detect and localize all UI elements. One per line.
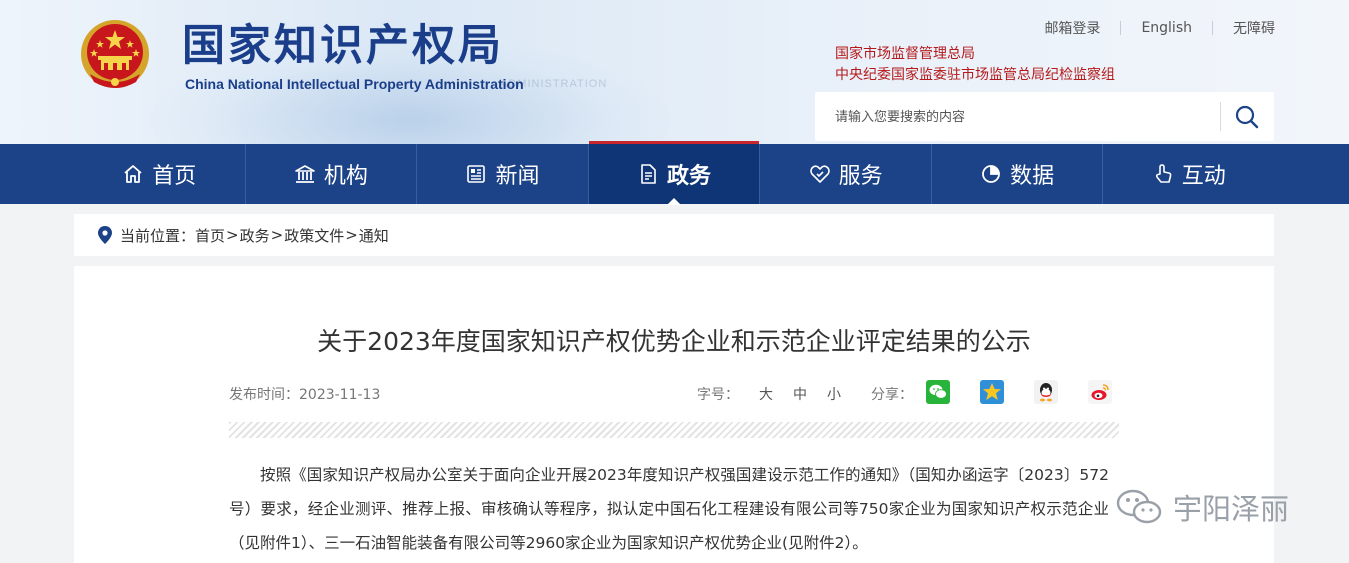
weibo-icon[interactable]	[1088, 380, 1112, 404]
breadcrumb: 当前位置： 首页 > 政务 > 政策文件 > 通知	[74, 214, 1274, 256]
institution-icon	[294, 163, 316, 185]
publish-date: 发布时间：2023-11-13	[229, 384, 380, 404]
nav-item-institution[interactable]: 机构	[244, 144, 417, 204]
english-link[interactable]: English	[1121, 20, 1212, 36]
interaction-icon	[1152, 163, 1174, 185]
publish-date-value: 2023-11-13	[299, 387, 381, 403]
font-size-label: 字号：	[697, 387, 739, 403]
service-icon	[809, 163, 831, 185]
breadcrumb-separator: >	[270, 226, 284, 244]
article-body: 按照《国家知识产权局办公室关于面向企业开展2023年度知识产权强国建设示范工作的…	[229, 466, 1109, 552]
breadcrumb-government-affairs[interactable]: 政务	[240, 225, 270, 246]
breadcrumb-separator: >	[345, 226, 358, 244]
share-label: 分享：	[871, 387, 913, 403]
watermark-text: 宇阳泽丽	[1173, 492, 1290, 526]
nav-item-government-affairs[interactable]: 政务	[587, 141, 760, 205]
national-emblem-icon[interactable]	[78, 16, 152, 92]
location-pin-icon	[98, 226, 112, 244]
search-input[interactable]	[833, 92, 1217, 143]
breadcrumb-notice[interactable]: 通知	[359, 225, 389, 246]
font-size-controls: 字号： 大 中 小	[697, 384, 861, 404]
search-box	[815, 92, 1274, 143]
site-title[interactable]: 国家知识产权局	[182, 18, 504, 74]
nav-item-interaction[interactable]: 互动	[1102, 144, 1274, 204]
news-icon	[465, 163, 487, 185]
breadcrumb-separator: >	[226, 226, 239, 244]
meta-divider	[229, 422, 1119, 438]
wechat-icon	[1116, 489, 1162, 524]
site-subtitle: China National Intellectual Property Adm…	[185, 76, 524, 92]
article: 关于2023年度国家知识产权优势企业和示范企业评定结果的公示 发布时间：2023…	[74, 266, 1274, 563]
nav-item-label: 政务	[667, 164, 712, 189]
nav-item-label: 新闻	[495, 164, 540, 189]
nav-item-data[interactable]: 数据	[930, 144, 1103, 204]
breadcrumb-home[interactable]: 首页	[195, 225, 225, 246]
nav-item-service[interactable]: 服务	[759, 144, 931, 204]
government-affairs-icon	[637, 163, 659, 185]
breadcrumb-policy-documents[interactable]: 政策文件	[284, 225, 344, 246]
home-icon	[122, 163, 144, 185]
mail-login-link[interactable]: 邮箱登录	[1024, 18, 1120, 38]
main-nav: 首页 机构 新闻 政务 服务 数据 互动	[0, 141, 1349, 205]
nav-item-label: 服务	[838, 164, 883, 189]
top-links: 邮箱登录 English 无障碍	[1024, 18, 1275, 38]
qzone-icon[interactable]	[980, 380, 1004, 404]
nav-item-label: 数据	[1010, 164, 1055, 189]
article-meta: 发布时间：2023-11-13 字号： 大 中 小 分享：	[229, 380, 1119, 408]
font-size-medium-button[interactable]: 中	[793, 384, 807, 404]
nav-item-news[interactable]: 新闻	[416, 144, 588, 204]
publish-date-label: 发布时间：	[229, 387, 299, 403]
site-header: ADMINISTRATION 国家知识产权局 China National In…	[0, 0, 1349, 144]
qq-icon[interactable]	[1034, 380, 1058, 404]
breadcrumb-prefix: 当前位置：	[120, 226, 196, 245]
accessibility-link[interactable]: 无障碍	[1213, 18, 1275, 38]
search-icon[interactable]	[1233, 103, 1261, 131]
article-title: 关于2023年度国家知识产权优势企业和示范企业评定结果的公示	[317, 327, 1031, 356]
nav-item-home[interactable]: 首页	[74, 144, 245, 204]
font-size-large-button[interactable]: 大	[759, 384, 773, 404]
org-link-discipline-inspection[interactable]: 中央纪委国家监委驻市场监管总局纪检监察组	[835, 64, 1115, 84]
org-link-samr[interactable]: 国家市场监督管理总局	[835, 43, 975, 63]
wechat-icon[interactable]	[926, 380, 950, 404]
data-icon	[980, 163, 1002, 185]
watermark: 宇阳泽丽	[1113, 486, 1289, 528]
nav-item-label: 互动	[1181, 164, 1226, 189]
search-divider	[1220, 102, 1221, 131]
nav-item-label: 首页	[152, 164, 197, 189]
nav-item-label: 机构	[323, 164, 368, 189]
font-size-small-button[interactable]: 小	[827, 384, 841, 404]
